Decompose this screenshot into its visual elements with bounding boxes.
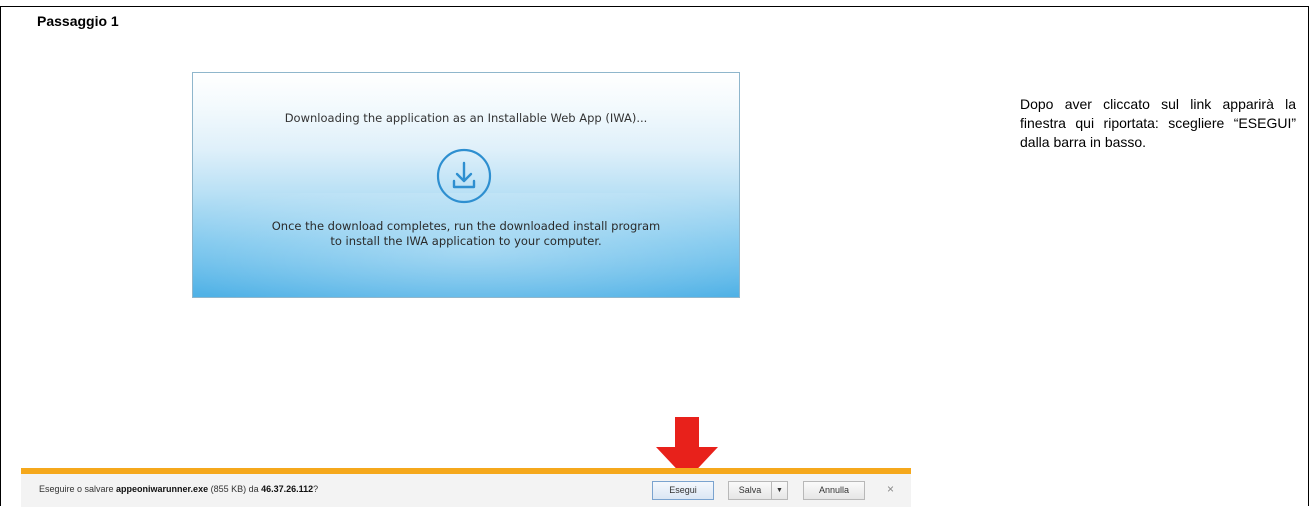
download-notification-bar: Eseguire o salvare appeoniwarunner.exe (… [21,468,911,507]
close-icon[interactable]: × [887,482,894,496]
iwa-download-panel: Downloading the application as an Instal… [192,72,740,298]
instructions-text: Dopo aver cliccato sul link apparirà la … [1020,96,1296,150]
download-prompt: Eseguire o salvare appeoniwarunner.exe (… [39,484,318,494]
cancel-button[interactable]: Annulla [803,481,865,500]
download-host: 46.37.26.112 [261,484,314,494]
save-button[interactable]: Salva [728,481,772,500]
iwa-message-line1: Once the download completes, run the dow… [271,219,661,233]
download-icon [436,148,492,204]
file-name: appeoniwarunner.exe [116,484,209,494]
prompt-suffix: ? [313,484,319,494]
run-button[interactable]: Esegui [652,481,714,500]
prompt-prefix: Eseguire o salvare [39,484,117,494]
iwa-heading: Downloading the application as an Instal… [284,111,648,125]
iwa-message-line2: to install the IWA application to your c… [330,234,602,248]
file-size: (855 KB) da [208,484,262,494]
step-title: Passaggio 1 [37,13,119,29]
iwa-message: Once the download completes, run the dow… [193,219,739,249]
save-dropdown-button[interactable]: ▼ [771,481,788,500]
